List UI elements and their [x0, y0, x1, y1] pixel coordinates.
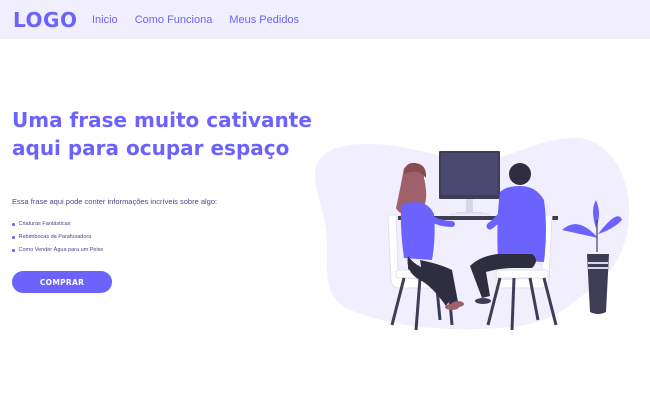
hero-title-line-1: Uma frase muito cativante [12, 108, 312, 132]
nav-link-inicio[interactable]: Inicio [92, 13, 118, 27]
logo[interactable]: LOGO [13, 6, 77, 34]
monitor-stand [466, 199, 473, 212]
top-navbar: LOGO Inicio Como Funciona Meus Pedidos [0, 0, 650, 39]
hero-title: Uma frase muito cativante aqui para ocup… [12, 106, 332, 162]
hero-subtitle: Essa frase aqui pode conter informações … [12, 197, 218, 206]
chair-seat [495, 269, 549, 279]
bullet-icon [12, 249, 15, 252]
bullet-icon [12, 223, 15, 226]
keyboard [450, 213, 490, 215]
man-body [497, 186, 546, 262]
plant-pot-stripe [588, 262, 608, 264]
woman-body [400, 202, 435, 260]
man-shoe [475, 298, 491, 304]
feature-label: Rebimbocas da Parafusadora [18, 234, 92, 240]
people-at-desk-illustration [315, 137, 630, 331]
list-item: Como Vender Água para um Peixe [12, 247, 104, 260]
buy-button[interactable]: COMPRAR [12, 271, 112, 293]
woman-shoe [452, 301, 464, 307]
main-nav: Inicio Como Funciona Meus Pedidos [92, 13, 316, 27]
nav-link-meus-pedidos[interactable]: Meus Pedidos [229, 13, 299, 27]
feature-label: Como Vender Água para um Peixe [18, 247, 104, 253]
list-item: Rebimbocas da Parafusadora [12, 234, 104, 247]
feature-label: Criaturas Fantásticas [18, 221, 71, 227]
bullet-icon [12, 236, 15, 239]
hero-title-line-2: aqui para ocupar espaço [12, 136, 290, 160]
list-item: Criaturas Fantásticas [12, 221, 104, 234]
feature-list: Criaturas Fantásticas Rebimbocas da Para… [12, 221, 104, 260]
monitor-screen [441, 153, 498, 195]
nav-link-como-funciona[interactable]: Como Funciona [135, 13, 213, 27]
plant-pot-stripe [588, 267, 608, 269]
man-head [509, 163, 531, 185]
